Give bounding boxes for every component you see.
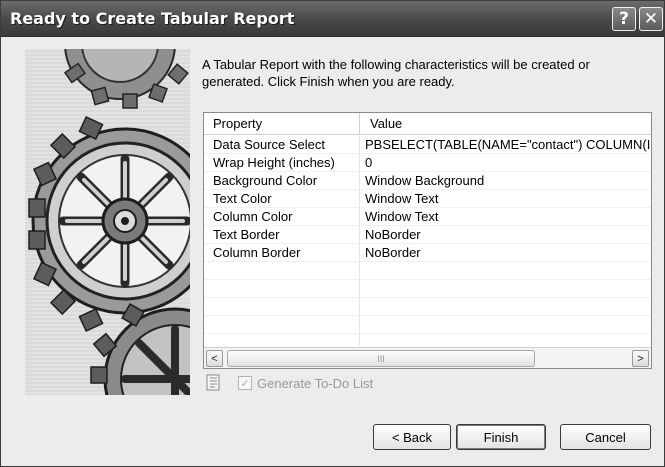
gears-illustration: [25, 49, 190, 395]
value-cell: PBSELECT(TABLE(NAME="contact") COLUMN(I: [365, 137, 651, 152]
column-divider[interactable]: [359, 113, 360, 135]
value-cell: 0: [365, 155, 373, 170]
checkmark-icon: ✓: [240, 377, 250, 390]
generate-todo-checkbox[interactable]: ✓: [238, 376, 252, 390]
todo-list-icon-graphic: [206, 374, 220, 391]
scroll-left-button[interactable]: <: [206, 350, 223, 367]
close-icon: ✕: [643, 9, 659, 29]
arrow-left-icon: <: [211, 352, 218, 365]
todo-list-icon: [206, 374, 221, 391]
value-cell: Window Background: [365, 173, 485, 188]
table-row[interactable]: Background Color Window Background: [204, 172, 651, 190]
property-cell: Data Source Select: [213, 137, 326, 152]
intro-text: A Tabular Report with the following char…: [202, 57, 590, 89]
column-header-property[interactable]: Property: [213, 116, 262, 131]
grip-icon: III: [377, 353, 385, 364]
scroll-thumb[interactable]: III: [227, 350, 535, 367]
back-button[interactable]: < Back: [373, 424, 451, 450]
title-bar: Ready to Create Tabular Report ? ✕: [1, 1, 664, 37]
value-cell: NoBorder: [365, 245, 421, 260]
property-cell: Background Color: [213, 173, 318, 188]
table-row[interactable]: Column Border NoBorder: [204, 244, 651, 262]
generate-todo-label: Generate To-Do List: [257, 376, 374, 391]
column-header-value[interactable]: Value: [370, 116, 402, 131]
table-row[interactable]: Data Source Select PBSELECT(TABLE(NAME="…: [204, 136, 651, 154]
empty-row: [204, 298, 651, 316]
empty-row: [204, 316, 651, 334]
table-row[interactable]: Text Color Window Text: [204, 190, 651, 208]
grid-body: Data Source Select PBSELECT(TABLE(NAME="…: [204, 136, 651, 346]
wizard-dialog: Ready to Create Tabular Report ? ✕ A Tab…: [0, 0, 665, 467]
cancel-button[interactable]: Cancel: [560, 424, 651, 450]
table-row[interactable]: Text Border NoBorder: [204, 226, 651, 244]
property-cell: Wrap Height (inches): [213, 155, 335, 170]
property-cell: Text Border: [213, 227, 280, 242]
property-cell: Column Border: [213, 245, 301, 260]
help-icon: ?: [619, 9, 629, 29]
empty-row: [204, 262, 651, 280]
table-row[interactable]: Column Color Window Text: [204, 208, 651, 226]
gears-image: [25, 49, 190, 395]
close-button[interactable]: ✕: [639, 7, 663, 31]
help-button[interactable]: ?: [612, 7, 636, 31]
properties-grid[interactable]: Property Value Data Source Select PBSELE…: [203, 112, 652, 369]
value-cell: Window Text: [365, 209, 439, 224]
horizontal-scrollbar[interactable]: < III >: [204, 347, 651, 368]
value-cell: NoBorder: [365, 227, 421, 242]
empty-row: [204, 280, 651, 298]
table-row[interactable]: Wrap Height (inches) 0: [204, 154, 651, 172]
finish-button[interactable]: Finish: [456, 424, 546, 450]
arrow-right-icon: >: [637, 352, 644, 365]
property-cell: Column Color: [213, 209, 293, 224]
scroll-right-button[interactable]: >: [632, 350, 649, 367]
dialog-title: Ready to Create Tabular Report: [10, 9, 295, 28]
property-cell: Text Color: [213, 191, 272, 206]
grid-header: Property Value: [204, 113, 651, 135]
value-cell: Window Text: [365, 191, 439, 206]
